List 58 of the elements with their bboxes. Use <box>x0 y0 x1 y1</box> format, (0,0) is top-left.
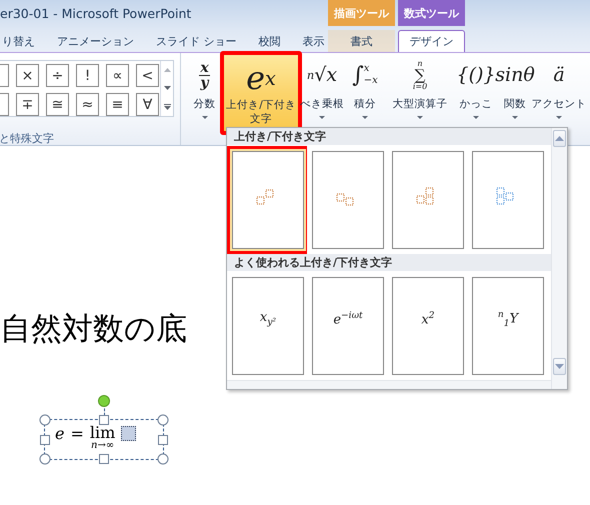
symbol-button[interactable]: × <box>16 64 39 87</box>
slide-title: 自然対数の底 <box>0 310 187 349</box>
ribbon-button[interactable]: n ∑ i=0 大型演算子 <box>385 54 455 130</box>
math-icon: e$^{x}$ <box>246 60 276 96</box>
ribbon-tab[interactable]: り替え <box>0 31 37 51</box>
formula-text: e$^{−iωt}$ <box>333 310 363 328</box>
ribbon-tab[interactable]: 表示 <box>300 31 326 51</box>
ribbon-button[interactable]: sinθ 関数 <box>497 54 533 130</box>
formula-text: x$^{2}$ <box>421 310 435 328</box>
ribbon-tab[interactable]: スライド ショー <box>154 31 238 51</box>
symbol-button[interactable]: < <box>136 64 159 87</box>
symbol-button[interactable]: ∀ <box>136 93 159 116</box>
placeholder-box-icon <box>121 426 136 440</box>
context-tab-header: 数式ツール <box>398 0 465 26</box>
caret-down-icon <box>164 86 170 90</box>
resize-handle[interactable] <box>99 454 109 464</box>
formula-text: x$_{y²}$ <box>260 310 276 328</box>
ribbon-button[interactable]: ä アクセント <box>533 54 585 130</box>
context-tab-header: 描画ツール <box>328 0 395 26</box>
ribbon-tab[interactable]: アニメーション <box>55 31 136 51</box>
resize-handle[interactable] <box>158 434 168 444</box>
resize-handle[interactable] <box>40 434 50 444</box>
summation-icon: n ∑ i=0 <box>412 57 428 93</box>
symbol-button[interactable]: ! <box>76 64 99 87</box>
more-icon <box>164 104 170 110</box>
symbol-button[interactable]: ∓ <box>16 93 39 116</box>
symbol-button[interactable]: ∝ <box>106 64 129 87</box>
math-icon: ä <box>553 57 565 93</box>
section-header: よく使われる上付き/下付き文字 <box>227 254 551 271</box>
equation-box[interactable]: e = lim n→∞ <box>47 414 160 452</box>
resize-handle[interactable] <box>158 454 168 464</box>
scroll-down-button[interactable] <box>553 358 566 375</box>
symbol-button[interactable]: ≅ <box>46 93 69 116</box>
resize-handle[interactable] <box>40 414 50 426</box>
math-icon: sinθ <box>495 57 535 93</box>
gallery-item[interactable] <box>227 146 309 254</box>
caret-down-icon <box>555 364 564 369</box>
caret-up-icon <box>164 68 170 72</box>
symbol-button[interactable]: ≈ <box>76 93 99 116</box>
window-title: er30-01 - Microsoft PowerPoint <box>0 5 192 23</box>
scrollbar[interactable] <box>551 128 567 389</box>
ribbon-tab[interactable]: 書式 <box>328 30 395 52</box>
resize-handle[interactable] <box>158 414 168 426</box>
symbol-button[interactable]: ≡ <box>106 93 129 116</box>
caret-up-icon <box>555 136 564 141</box>
ribbon-tab[interactable]: 校閲 <box>256 31 282 51</box>
ribbon-tab[interactable]: デザイン <box>398 30 465 52</box>
ribbon-button[interactable]: {()} かっこ <box>455 54 497 130</box>
symbol-button[interactable]: ÷ <box>46 64 69 87</box>
scroll-up-button[interactable] <box>553 130 566 147</box>
math-icon: $^{n}$√x <box>306 57 338 93</box>
resize-handle[interactable] <box>99 415 109 425</box>
group-label: と特殊文字 <box>0 131 55 145</box>
ribbon-button[interactable]: x y 分数 <box>186 54 223 130</box>
math-icon: {()} <box>456 57 496 93</box>
resize-handle[interactable] <box>40 454 50 464</box>
rotate-handle[interactable] <box>98 395 110 407</box>
section-header: 上付き/下付き文字 <box>227 128 551 145</box>
